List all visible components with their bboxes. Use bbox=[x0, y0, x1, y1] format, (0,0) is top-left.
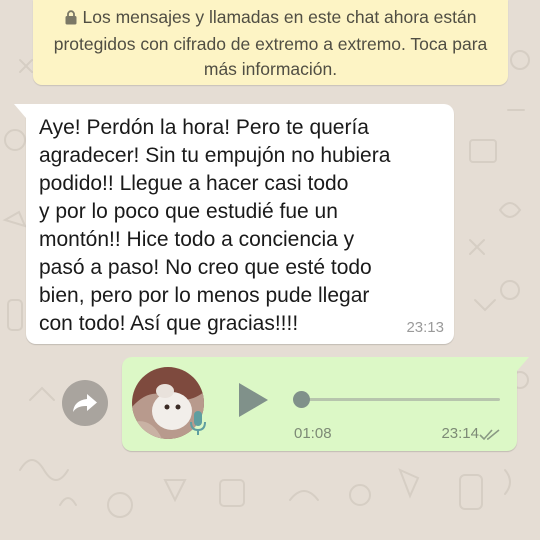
lock-icon bbox=[65, 7, 77, 32]
audio-seek-handle[interactable] bbox=[293, 391, 310, 408]
mic-icon bbox=[190, 411, 206, 435]
bubble-tail bbox=[14, 104, 26, 118]
voice-message-time: 23:14 bbox=[441, 425, 479, 442]
incoming-message-bubble[interactable]: Aye! Perdón la hora! Pero te quería agra… bbox=[14, 104, 454, 344]
encryption-notice[interactable]: Los mensajes y llamadas en este chat aho… bbox=[33, 0, 508, 85]
bubble-tail bbox=[517, 357, 529, 371]
incoming-message-text: Aye! Perdón la hora! Pero te quería agra… bbox=[39, 116, 391, 335]
forward-icon bbox=[73, 394, 97, 412]
voice-duration: 01:08 bbox=[294, 425, 332, 442]
play-icon bbox=[239, 383, 268, 417]
voice-message-bubble[interactable]: 01:08 23:14 bbox=[122, 357, 529, 451]
encryption-notice-text: Los mensajes y llamadas en este chat aho… bbox=[53, 7, 488, 79]
incoming-message-time: 23:13 bbox=[406, 319, 444, 336]
double-check-icon bbox=[479, 429, 500, 441]
play-button[interactable] bbox=[237, 382, 269, 418]
audio-seek-track[interactable] bbox=[300, 398, 500, 401]
forward-button[interactable] bbox=[62, 380, 108, 426]
